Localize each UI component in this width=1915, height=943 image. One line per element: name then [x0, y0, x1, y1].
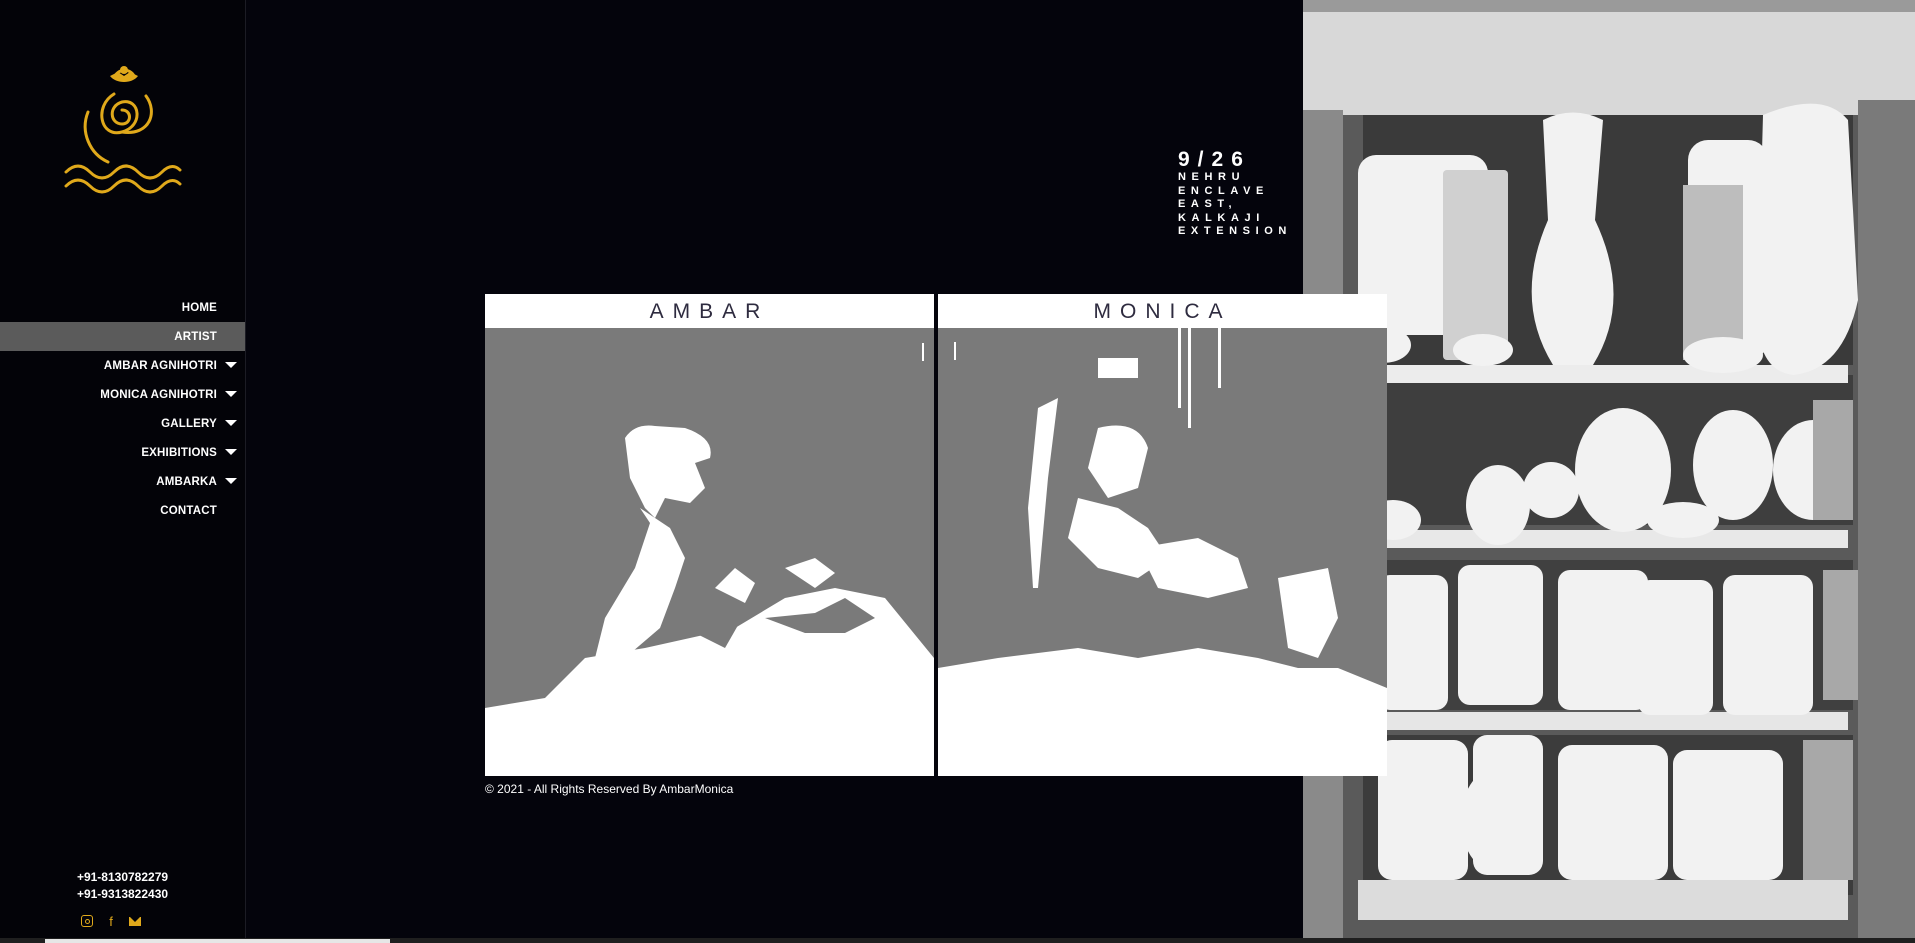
- phone-number[interactable]: +91-9313822430: [0, 886, 245, 903]
- instagram-icon[interactable]: [80, 914, 94, 928]
- facebook-icon[interactable]: f: [104, 914, 118, 929]
- scrollbar-thumb[interactable]: [45, 939, 390, 943]
- address-line: NEHRU: [1178, 171, 1246, 183]
- social-links: f: [80, 914, 142, 929]
- nav-item-label: EXHIBITIONS: [141, 446, 217, 459]
- artist-name: AMBAR: [649, 300, 770, 323]
- address-line: EAST,: [1178, 198, 1238, 210]
- nav-item-exhibitions[interactable]: EXHIBITIONS: [0, 438, 245, 467]
- nav-item-label: AMBARKA: [156, 475, 217, 488]
- address-line: EXTENSION: [1178, 225, 1292, 237]
- copyright-text: © 2021 - All Rights Reserved By AmbarMon…: [485, 782, 734, 796]
- artist-cards: AMBAR MONICA: [485, 294, 1387, 776]
- caret-down-icon[interactable]: [225, 391, 237, 397]
- nav-item-label: AMBAR AGNIHOTRI: [103, 359, 217, 372]
- artist-photo-monica[interactable]: [938, 328, 1387, 728]
- address-block: 9/26 NEHRU ENCLAVE EAST, KALKAJI EXTENSI…: [1178, 149, 1292, 239]
- phone-number[interactable]: +91-8130782279: [0, 869, 245, 886]
- nav-item-label: CONTACT: [160, 504, 217, 517]
- artist-card-monica[interactable]: MONICA: [938, 294, 1387, 776]
- address-number: 9/26: [1178, 148, 1251, 171]
- pottery-shelf-photo: [1303, 0, 1915, 938]
- artist-card-ambar[interactable]: AMBAR: [485, 294, 934, 776]
- nav-item-home[interactable]: HOME: [0, 293, 245, 322]
- nav-item-label: HOME: [181, 301, 217, 314]
- nav-item-gallery[interactable]: GALLERY: [0, 409, 245, 438]
- address-line: KALKAJI: [1178, 211, 1265, 224]
- main-nav: HOME ARTIST AMBAR AGNIHOTRI MONICA AGNIH…: [0, 293, 245, 525]
- site-logo[interactable]: [60, 62, 185, 202]
- artist-name: MONICA: [1093, 300, 1232, 323]
- nav-item-label: ARTIST: [174, 330, 217, 343]
- nav-item-contact[interactable]: CONTACT: [0, 496, 245, 525]
- nav-item-label: MONICA AGNIHOTRI: [100, 388, 217, 401]
- caret-down-icon[interactable]: [225, 420, 237, 426]
- caret-down-icon[interactable]: [225, 478, 237, 484]
- address-line: ENCLAVE: [1178, 184, 1269, 197]
- caret-down-icon[interactable]: [225, 362, 237, 368]
- nav-item-ambarka[interactable]: AMBARKA: [0, 467, 245, 496]
- sidebar: HOME ARTIST AMBAR AGNIHOTRI MONICA AGNIH…: [0, 0, 246, 943]
- nav-item-monica-agnihotri[interactable]: MONICA AGNIHOTRI: [0, 380, 245, 409]
- nav-item-label: GALLERY: [161, 417, 217, 430]
- artist-photo-ambar[interactable]: [485, 328, 934, 728]
- caret-down-icon[interactable]: [225, 449, 237, 455]
- nav-item-artist[interactable]: ARTIST: [0, 322, 245, 351]
- mail-icon[interactable]: [128, 914, 142, 928]
- horizontal-scrollbar[interactable]: [0, 938, 1915, 943]
- phone-numbers: +91-8130782279 +91-9313822430: [0, 869, 245, 903]
- nav-item-ambar-agnihotri[interactable]: AMBAR AGNIHOTRI: [0, 351, 245, 380]
